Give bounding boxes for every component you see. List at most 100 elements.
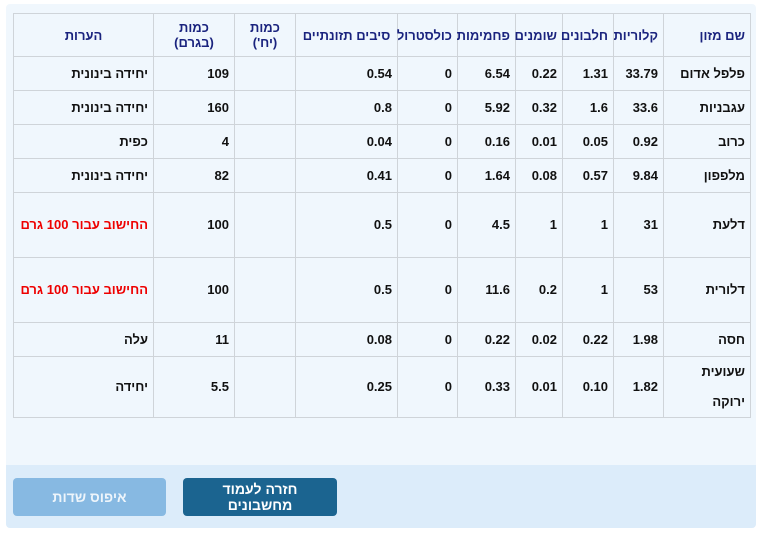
cell-chol: 0 [397, 322, 458, 357]
cell-fiber: 0.5 [295, 257, 398, 323]
cell-carbs: 0.16 [457, 124, 516, 159]
cell-units [234, 56, 296, 91]
cell-units [234, 90, 296, 125]
header-protein: חלבונים [561, 13, 614, 57]
cell-note: החישוב עבור 100 גרם [13, 257, 154, 323]
header-carbs: פחמימות [457, 13, 516, 57]
cell-protein: 0.57 [562, 158, 614, 193]
cell-grams: 160 [153, 90, 235, 125]
cell-fat: 0.01 [515, 124, 563, 159]
cell-chol: 0 [397, 158, 458, 193]
cell-cal: 0.92 [613, 124, 664, 159]
cell-fat: 0.08 [515, 158, 563, 193]
cell-name: דלעת [663, 192, 751, 258]
cell-cal: 1.98 [613, 322, 664, 357]
cell-carbs: 1.64 [457, 158, 516, 193]
cell-note: יחידה [13, 356, 154, 418]
table-row: כרוב 0.92 0.05 0.01 0.16 0 0.04 4 כפית [13, 124, 751, 159]
cell-fiber: 0.08 [295, 322, 398, 357]
cell-name: חסה [663, 322, 751, 357]
cell-protein: 0.22 [562, 322, 614, 357]
table-header: שם מזון קלוריות חלבונים שומנים פחמימות כ… [13, 13, 751, 57]
nutrition-table: שם מזון קלוריות חלבונים שומנים פחמימות כ… [13, 13, 751, 418]
header-cholesterol: כולסטרול [397, 13, 458, 57]
cell-note: יחידה בינונית [13, 90, 154, 125]
cell-carbs: 6.54 [457, 56, 516, 91]
cell-cal: 33.79 [613, 56, 664, 91]
cell-carbs: 5.92 [457, 90, 516, 125]
cell-fat: 0.02 [515, 322, 563, 357]
cell-fat: 0.01 [515, 356, 563, 418]
page-panel: שם מזון קלוריות חלבונים שומנים פחמימות כ… [6, 4, 756, 528]
cell-grams: 11 [153, 322, 235, 357]
cell-protein: 0.05 [562, 124, 614, 159]
cell-grams: 109 [153, 56, 235, 91]
header-fat: שומנים [515, 13, 563, 57]
cell-units [234, 158, 296, 193]
table-row: דלעת 31 1 1 4.5 0 0.5 100 החישוב עבור 100 גרם [13, 192, 751, 258]
cell-chol: 0 [397, 257, 458, 323]
header-units: כמות (יח') [234, 13, 296, 57]
cell-grams: 4 [153, 124, 235, 159]
cell-name: שעועית ירוקה [663, 356, 751, 418]
cell-fiber: 0.41 [295, 158, 398, 193]
cell-chol: 0 [397, 124, 458, 159]
cell-carbs: 4.5 [457, 192, 516, 258]
table-row: פלפל אדום 33.79 1.31 0.22 6.54 0 0.54 109 יחידה … [13, 56, 751, 91]
cell-cal: 33.6 [613, 90, 664, 125]
cell-cal: 53 [613, 257, 664, 323]
cell-fiber: 0.54 [295, 56, 398, 91]
cell-note: יחידה בינונית [13, 158, 154, 193]
cell-fiber: 0.25 [295, 356, 398, 418]
cell-chol: 0 [397, 192, 458, 258]
cell-fat: 0.22 [515, 56, 563, 91]
header-notes: הערות [13, 13, 154, 57]
cell-note: כפית [13, 124, 154, 159]
table-row: חסה 1.98 0.22 0.02 0.22 0 0.08 11 עלה [13, 322, 751, 357]
table-row: דלורית 53 1 0.2 11.6 0 0.5 100 החישוב עבור 100 ג… [13, 257, 751, 323]
cell-carbs: 11.6 [457, 257, 516, 323]
cell-grams: 100 [153, 192, 235, 258]
cell-note: החישוב עבור 100 גרם [13, 192, 154, 258]
cell-name: עגבניות [663, 90, 751, 125]
footer-bar: איפוס שדות חזרה לעמוד מחשבונים [6, 465, 756, 528]
cell-grams: 82 [153, 158, 235, 193]
cell-units [234, 257, 296, 323]
cell-protein: 1 [562, 257, 614, 323]
cell-name: פלפל אדום [663, 56, 751, 91]
cell-fiber: 0.04 [295, 124, 398, 159]
cell-fat: 1 [515, 192, 563, 258]
table-row: שעועית ירוקה 1.82 0.10 0.01 0.33 0 0.25 5.5 יחיד… [13, 356, 751, 418]
cell-carbs: 0.22 [457, 322, 516, 357]
cell-protein: 1.6 [562, 90, 614, 125]
cell-fat: 0.32 [515, 90, 563, 125]
reset-fields-button[interactable]: איפוס שדות [13, 478, 166, 516]
table-row: מלפפון 9.84 0.57 0.08 1.64 0 0.41 82 יחידה בינונ… [13, 158, 751, 193]
cell-grams: 100 [153, 257, 235, 323]
cell-chol: 0 [397, 356, 458, 418]
cell-protein: 1 [562, 192, 614, 258]
cell-name: כרוב [663, 124, 751, 159]
header-grams: כמות (בגרם) [153, 13, 235, 57]
cell-units [234, 192, 296, 258]
header-calories: קלוריות [613, 13, 664, 57]
cell-cal: 1.82 [613, 356, 664, 418]
cell-grams: 5.5 [153, 356, 235, 418]
cell-protein: 1.31 [562, 56, 614, 91]
header-fiber: סיבים תזונתיים [295, 13, 398, 57]
cell-fiber: 0.5 [295, 192, 398, 258]
table-row: עגבניות 33.6 1.6 0.32 5.92 0 0.8 160 יחידה בינונ… [13, 90, 751, 125]
cell-note: עלה [13, 322, 154, 357]
cell-units [234, 124, 296, 159]
cell-name: דלורית [663, 257, 751, 323]
cell-cal: 9.84 [613, 158, 664, 193]
back-to-calculators-button[interactable]: חזרה לעמוד מחשבונים [183, 478, 337, 516]
cell-fiber: 0.8 [295, 90, 398, 125]
cell-cal: 31 [613, 192, 664, 258]
cell-name: מלפפון [663, 158, 751, 193]
cell-units [234, 322, 296, 357]
cell-protein: 0.10 [562, 356, 614, 418]
cell-carbs: 0.33 [457, 356, 516, 418]
cell-fat: 0.2 [515, 257, 563, 323]
cell-note: יחידה בינונית [13, 56, 154, 91]
